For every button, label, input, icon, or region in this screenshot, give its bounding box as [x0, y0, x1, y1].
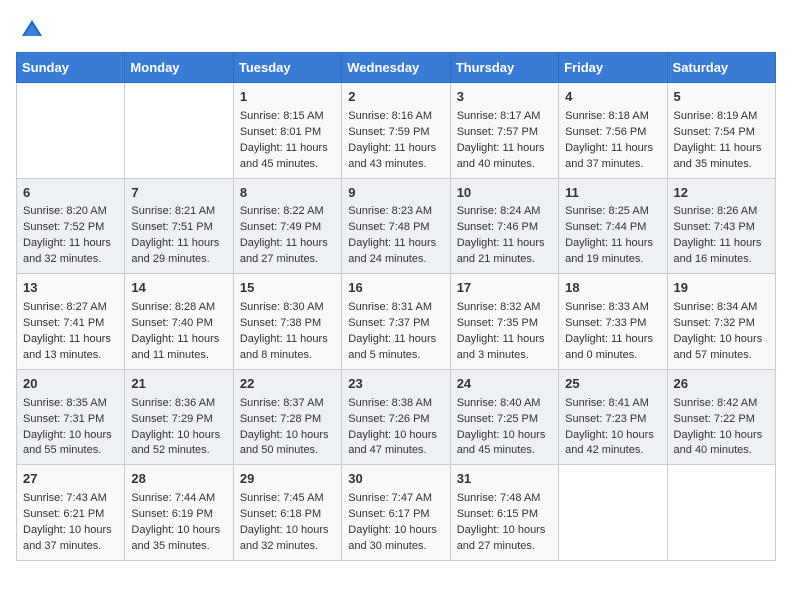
- calendar-cell: 31Sunrise: 7:48 AMSunset: 6:15 PMDayligh…: [450, 465, 558, 561]
- day-number: 26: [674, 375, 769, 394]
- day-number: 30: [348, 470, 443, 489]
- logo-icon: [18, 16, 46, 44]
- calendar-cell: 25Sunrise: 8:41 AMSunset: 7:23 PMDayligh…: [559, 369, 667, 465]
- day-header-monday: Monday: [125, 53, 233, 83]
- calendar-cell: 21Sunrise: 8:36 AMSunset: 7:29 PMDayligh…: [125, 369, 233, 465]
- calendar-cell: 3Sunrise: 8:17 AMSunset: 7:57 PMDaylight…: [450, 83, 558, 179]
- calendar-cell: 8Sunrise: 8:22 AMSunset: 7:49 PMDaylight…: [233, 178, 341, 274]
- calendar-cell: 9Sunrise: 8:23 AMSunset: 7:48 PMDaylight…: [342, 178, 450, 274]
- day-number: 10: [457, 184, 552, 203]
- calendar-cell: 27Sunrise: 7:43 AMSunset: 6:21 PMDayligh…: [17, 465, 125, 561]
- page-header: [16, 16, 776, 44]
- day-number: 12: [674, 184, 769, 203]
- day-number: 20: [23, 375, 118, 394]
- calendar-cell: 26Sunrise: 8:42 AMSunset: 7:22 PMDayligh…: [667, 369, 775, 465]
- calendar-cell: [667, 465, 775, 561]
- calendar-cell: 13Sunrise: 8:27 AMSunset: 7:41 PMDayligh…: [17, 274, 125, 370]
- calendar-week-row: 13Sunrise: 8:27 AMSunset: 7:41 PMDayligh…: [17, 274, 776, 370]
- day-number: 5: [674, 88, 769, 107]
- day-number: 21: [131, 375, 226, 394]
- calendar-cell: 14Sunrise: 8:28 AMSunset: 7:40 PMDayligh…: [125, 274, 233, 370]
- day-header-sunday: Sunday: [17, 53, 125, 83]
- day-number: 9: [348, 184, 443, 203]
- day-number: 18: [565, 279, 660, 298]
- calendar-cell: 4Sunrise: 8:18 AMSunset: 7:56 PMDaylight…: [559, 83, 667, 179]
- day-number: 11: [565, 184, 660, 203]
- day-number: 13: [23, 279, 118, 298]
- calendar-cell: [17, 83, 125, 179]
- day-number: 16: [348, 279, 443, 298]
- calendar-cell: 28Sunrise: 7:44 AMSunset: 6:19 PMDayligh…: [125, 465, 233, 561]
- day-header-saturday: Saturday: [667, 53, 775, 83]
- day-number: 27: [23, 470, 118, 489]
- day-number: 1: [240, 88, 335, 107]
- calendar-cell: 23Sunrise: 8:38 AMSunset: 7:26 PMDayligh…: [342, 369, 450, 465]
- day-number: 3: [457, 88, 552, 107]
- calendar-cell: [559, 465, 667, 561]
- calendar-cell: 15Sunrise: 8:30 AMSunset: 7:38 PMDayligh…: [233, 274, 341, 370]
- day-header-wednesday: Wednesday: [342, 53, 450, 83]
- calendar-week-row: 20Sunrise: 8:35 AMSunset: 7:31 PMDayligh…: [17, 369, 776, 465]
- day-number: 24: [457, 375, 552, 394]
- day-header-friday: Friday: [559, 53, 667, 83]
- calendar-cell: 6Sunrise: 8:20 AMSunset: 7:52 PMDaylight…: [17, 178, 125, 274]
- calendar-cell: 30Sunrise: 7:47 AMSunset: 6:17 PMDayligh…: [342, 465, 450, 561]
- day-number: 17: [457, 279, 552, 298]
- day-number: 22: [240, 375, 335, 394]
- calendar-cell: 20Sunrise: 8:35 AMSunset: 7:31 PMDayligh…: [17, 369, 125, 465]
- calendar-week-row: 6Sunrise: 8:20 AMSunset: 7:52 PMDaylight…: [17, 178, 776, 274]
- calendar-cell: 12Sunrise: 8:26 AMSunset: 7:43 PMDayligh…: [667, 178, 775, 274]
- calendar-cell: 11Sunrise: 8:25 AMSunset: 7:44 PMDayligh…: [559, 178, 667, 274]
- day-header-tuesday: Tuesday: [233, 53, 341, 83]
- day-header-thursday: Thursday: [450, 53, 558, 83]
- calendar-cell: 22Sunrise: 8:37 AMSunset: 7:28 PMDayligh…: [233, 369, 341, 465]
- calendar-cell: 10Sunrise: 8:24 AMSunset: 7:46 PMDayligh…: [450, 178, 558, 274]
- calendar-cell: 17Sunrise: 8:32 AMSunset: 7:35 PMDayligh…: [450, 274, 558, 370]
- day-number: 7: [131, 184, 226, 203]
- day-number: 4: [565, 88, 660, 107]
- calendar-week-row: 27Sunrise: 7:43 AMSunset: 6:21 PMDayligh…: [17, 465, 776, 561]
- day-number: 23: [348, 375, 443, 394]
- calendar-cell: 16Sunrise: 8:31 AMSunset: 7:37 PMDayligh…: [342, 274, 450, 370]
- calendar-cell: 18Sunrise: 8:33 AMSunset: 7:33 PMDayligh…: [559, 274, 667, 370]
- day-number: 2: [348, 88, 443, 107]
- logo: [16, 16, 46, 44]
- day-number: 14: [131, 279, 226, 298]
- day-number: 29: [240, 470, 335, 489]
- calendar-cell: 19Sunrise: 8:34 AMSunset: 7:32 PMDayligh…: [667, 274, 775, 370]
- calendar-cell: 29Sunrise: 7:45 AMSunset: 6:18 PMDayligh…: [233, 465, 341, 561]
- day-number: 25: [565, 375, 660, 394]
- calendar-cell: 24Sunrise: 8:40 AMSunset: 7:25 PMDayligh…: [450, 369, 558, 465]
- day-number: 31: [457, 470, 552, 489]
- day-number: 19: [674, 279, 769, 298]
- day-number: 8: [240, 184, 335, 203]
- day-number: 6: [23, 184, 118, 203]
- calendar-cell: 1Sunrise: 8:15 AMSunset: 8:01 PMDaylight…: [233, 83, 341, 179]
- calendar-cell: 7Sunrise: 8:21 AMSunset: 7:51 PMDaylight…: [125, 178, 233, 274]
- calendar-header-row: SundayMondayTuesdayWednesdayThursdayFrid…: [17, 53, 776, 83]
- calendar-cell: [125, 83, 233, 179]
- calendar-cell: 2Sunrise: 8:16 AMSunset: 7:59 PMDaylight…: [342, 83, 450, 179]
- day-number: 15: [240, 279, 335, 298]
- calendar-cell: 5Sunrise: 8:19 AMSunset: 7:54 PMDaylight…: [667, 83, 775, 179]
- day-number: 28: [131, 470, 226, 489]
- calendar-table: SundayMondayTuesdayWednesdayThursdayFrid…: [16, 52, 776, 561]
- calendar-week-row: 1Sunrise: 8:15 AMSunset: 8:01 PMDaylight…: [17, 83, 776, 179]
